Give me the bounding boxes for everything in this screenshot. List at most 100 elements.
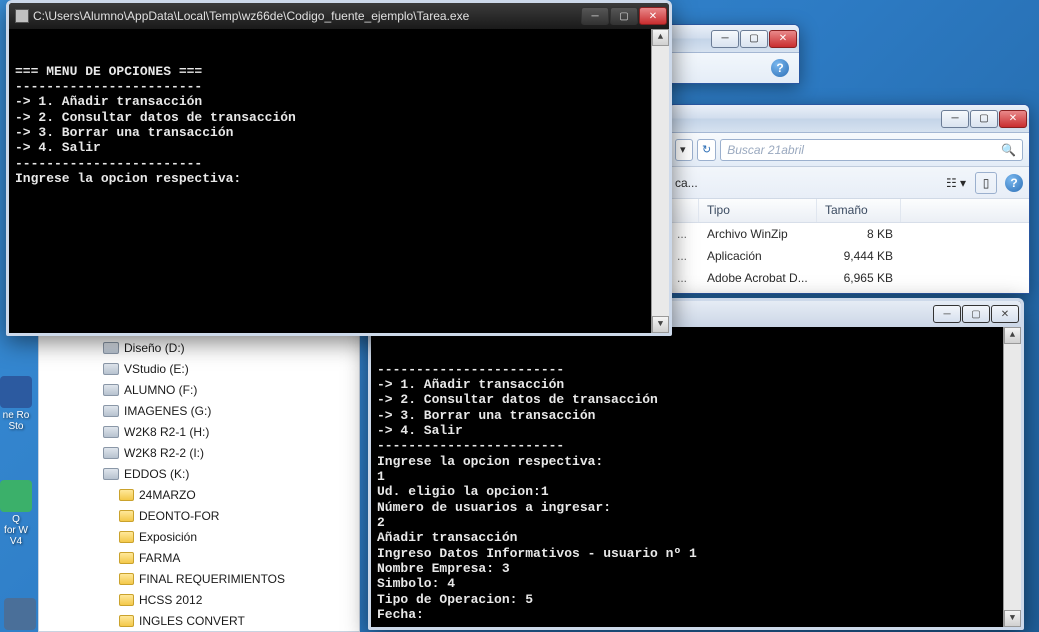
tree-folder-node[interactable]: INGLES CONVERT [39, 610, 359, 631]
folder-icon [119, 615, 134, 627]
desktop-icon[interactable] [4, 598, 36, 632]
tree-drive-node[interactable]: W2K8 R2-2 (I:) [39, 442, 359, 463]
tree-node-label: Exposición [139, 530, 197, 544]
drive-icon [103, 384, 119, 396]
tree-folder-node[interactable]: FARMA [39, 547, 359, 568]
desktop-app-icon [0, 480, 32, 512]
row-ext: ... [669, 227, 699, 241]
tree-node-label: VStudio (E:) [124, 362, 189, 376]
explorer-tree-panel: Diseño (D:) VStudio (E:) ALUMNO (F:) IMAGEN… [38, 332, 360, 632]
row-ext: ... [669, 249, 699, 263]
folder-icon [119, 489, 134, 501]
row-size: 8 KB [817, 227, 901, 241]
row-ext: ... [669, 271, 699, 285]
breadcrumb-drop[interactable]: ▾ [675, 139, 693, 161]
row-size: 6,965 KB [817, 271, 901, 285]
scroll-up-icon[interactable]: ▲ [1004, 327, 1021, 344]
column-header[interactable] [669, 199, 699, 222]
folder-icon [119, 552, 134, 564]
minimize-button[interactable]: ─ [581, 7, 609, 25]
maximize-button[interactable]: ▢ [610, 7, 638, 25]
tree-node-label: DEONTO-FOR [139, 509, 219, 523]
minimize-button[interactable]: ─ [941, 110, 969, 128]
table-row[interactable]: ... Archivo WinZip 8 KB [669, 223, 1029, 245]
tree-drive-node[interactable]: ALUMNO (F:) [39, 379, 359, 400]
folder-icon [119, 531, 134, 543]
drive-icon [103, 426, 119, 438]
scrollbar[interactable]: ▲ ▼ [651, 29, 669, 333]
tree-drive-node[interactable]: EDDOS (K:) [39, 463, 359, 484]
row-tipo: Archivo WinZip [699, 227, 817, 241]
refresh-button[interactable]: ↻ [697, 139, 716, 161]
desktop-icon[interactable]: Q for W V4 [0, 480, 32, 547]
desktop-icon-label: ne Ro Sto [0, 410, 32, 432]
search-input[interactable]: Buscar 21abril 🔍 [720, 139, 1023, 161]
desktop-icon[interactable]: ne Ro Sto [0, 376, 32, 432]
tree-node-label: 24MARZO [139, 488, 196, 502]
drive-icon [103, 447, 119, 459]
row-size: 9,444 KB [817, 249, 901, 263]
table-row[interactable]: ... Aplicación 9,444 KB [669, 245, 1029, 267]
help-icon[interactable]: ? [1005, 174, 1023, 192]
tree-node-label: FINAL REQUERIMIENTOS [139, 572, 285, 586]
console1-title: C:\Users\Alumno\AppData\Local\Temp\wz66d… [33, 9, 581, 23]
desktop-app-icon [4, 598, 36, 630]
scroll-down-icon[interactable]: ▼ [1004, 610, 1021, 627]
close-button[interactable]: ✕ [639, 7, 667, 25]
folder-icon [119, 594, 134, 606]
drive-icon [103, 342, 119, 354]
tree-drive-node[interactable]: VStudio (E:) [39, 358, 359, 379]
cmdbar-item[interactable]: ca... [675, 176, 698, 190]
search-placeholder: Buscar 21abril [727, 143, 804, 157]
row-tipo: Aplicación [699, 249, 817, 263]
console1-body[interactable]: === MENU DE OPCIONES === ---------------… [9, 29, 669, 333]
tree-drive-node[interactable]: IMAGENES (G:) [39, 400, 359, 421]
maximize-button[interactable]: ▢ [962, 305, 990, 323]
tree-drive-node[interactable]: W2K8 R2-1 (H:) [39, 421, 359, 442]
console-window-1: C:\Users\Alumno\AppData\Local\Temp\wz66d… [6, 0, 672, 336]
close-button[interactable]: ✕ [991, 305, 1019, 323]
console2-body[interactable]: ------------------------ -> 1. Añadir tr… [371, 327, 1021, 627]
tree-node-label: IMAGENES (G:) [124, 404, 211, 418]
tree-node-label: INGLES CONVERT [139, 614, 245, 628]
maximize-button[interactable]: ▢ [970, 110, 998, 128]
minimize-button[interactable]: ─ [933, 305, 961, 323]
tree-node-label: HCSS 2012 [139, 593, 202, 607]
tree-drive-node[interactable]: Diseño (D:) [39, 337, 359, 358]
app-icon [15, 9, 29, 23]
close-button[interactable]: ✕ [999, 110, 1027, 128]
tree-folder-node[interactable]: FINAL REQUERIMIENTOS [39, 568, 359, 589]
tree-node-label: W2K8 R2-2 (I:) [124, 446, 204, 460]
tree-node-label: ALUMNO (F:) [124, 383, 197, 397]
tree-node-label: EDDOS (K:) [124, 467, 189, 481]
tree-folder-node[interactable]: 24MARZO [39, 484, 359, 505]
tree-folder-node[interactable]: Exposición [39, 526, 359, 547]
column-header[interactable]: Tipo [699, 199, 817, 222]
tree-folder-node[interactable]: DEONTO-FOR [39, 505, 359, 526]
folder-icon [119, 510, 134, 522]
help-icon[interactable]: ? [771, 59, 789, 77]
folder-icon [119, 573, 134, 585]
close-button[interactable]: ✕ [769, 30, 797, 48]
scroll-down-icon[interactable]: ▼ [652, 316, 669, 333]
drive-icon [103, 405, 119, 417]
explorer-window: ─ ▢ ✕ ▾ ↻ Buscar 21abril 🔍 ca... ☷ ▾ ▯ ?… [668, 104, 1030, 294]
scrollbar[interactable]: ▲ ▼ [1003, 327, 1021, 627]
console-window-2: go_fuente_ejemplo\Tarea.exe ─ ▢ ✕ ------… [368, 298, 1024, 630]
preview-pane-button[interactable]: ▯ [975, 172, 997, 194]
view-mode-button[interactable]: ☷ ▾ [945, 172, 967, 194]
tree-node-label: FARMA [139, 551, 180, 565]
desktop-app-icon [0, 376, 32, 408]
drive-icon [103, 468, 119, 480]
maximize-button[interactable]: ▢ [740, 30, 768, 48]
row-tipo: Adobe Acrobat D... [699, 271, 817, 285]
search-icon[interactable]: 🔍 [1001, 143, 1016, 157]
desktop-icon-label: Q for W V4 [0, 514, 32, 547]
drive-icon [103, 363, 119, 375]
minimize-button[interactable]: ─ [711, 30, 739, 48]
scroll-up-icon[interactable]: ▲ [652, 29, 669, 46]
tree-folder-node[interactable]: HCSS 2012 [39, 589, 359, 610]
tree-node-label: W2K8 R2-1 (H:) [124, 425, 209, 439]
table-row[interactable]: ... Adobe Acrobat D... 6,965 KB [669, 267, 1029, 289]
column-header[interactable]: Tamaño [817, 199, 901, 222]
